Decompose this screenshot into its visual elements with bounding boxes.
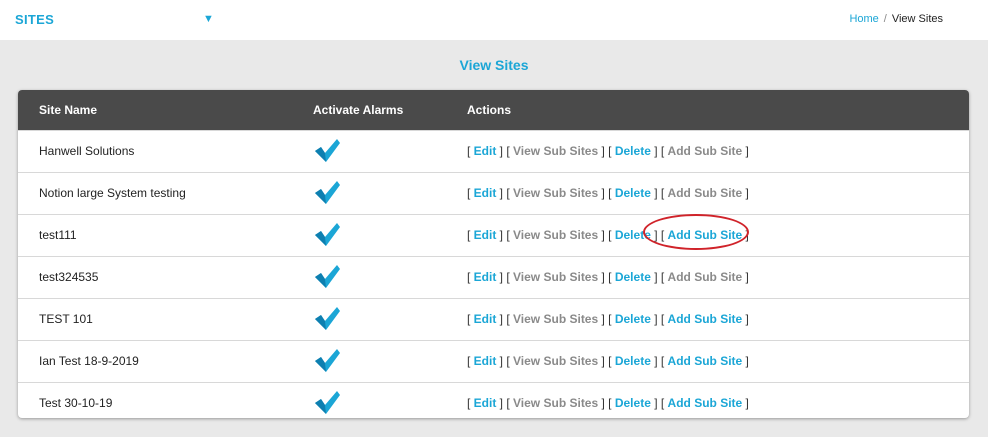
add-sub-site-link[interactable]: Add Sub Site [668,228,743,242]
view-sub-sites-link[interactable]: View Sub Sites [513,270,598,284]
alarm-active-check-icon [313,180,341,206]
site-name: test324535 [39,270,99,284]
delete-link[interactable]: Delete [615,312,651,326]
alarm-active-check-icon [313,348,341,374]
view-sub-sites-link[interactable]: View Sub Sites [513,228,598,242]
table-row: TEST 101 [ Edit ] [ View Sub Sites ] [ De… [18,298,969,340]
row-actions: [ Edit ] [ View Sub Sites ] [ Delete ] [… [467,270,749,284]
table-row: Notion large System testing [ Edit ] [ Vi… [18,172,969,214]
page-title: View Sites [459,57,529,73]
row-actions: [ Edit ] [ View Sub Sites ] [ Delete ] [… [467,396,749,410]
triangle-down-icon[interactable]: ▼ [203,13,214,25]
delete-link[interactable]: Delete [615,270,651,284]
delete-link[interactable]: Delete [615,396,651,410]
add-sub-site-link[interactable]: Add Sub Site [668,270,743,284]
delete-link[interactable]: Delete [615,354,651,368]
row-actions: [ Edit ] [ View Sub Sites ] [ Delete ] [… [467,144,749,158]
site-name: TEST 101 [39,312,93,326]
view-sub-sites-link[interactable]: View Sub Sites [513,354,598,368]
column-header-activate-alarms: Activate Alarms [313,103,404,117]
table-row: Hanwell Solutions [ Edit ] [ View Sub Sit… [18,130,969,172]
add-sub-site-link[interactable]: Add Sub Site [668,354,743,368]
alarm-active-check-icon [313,138,341,164]
alarm-active-check-icon [313,222,341,248]
edit-link[interactable]: Edit [474,270,497,284]
alarm-active-check-icon [313,264,341,290]
sites-table: Site Name Activate Alarms Actions Hanwel… [18,90,969,418]
breadcrumb-separator: / [883,13,887,25]
delete-link[interactable]: Delete [615,144,651,158]
column-header-site-name: Site Name [39,103,98,117]
column-header-actions: Actions [467,103,512,117]
add-sub-site-link[interactable]: Add Sub Site [668,144,743,158]
edit-link[interactable]: Edit [474,312,497,326]
add-sub-site-link[interactable]: Add Sub Site [668,186,743,200]
view-sub-sites-link[interactable]: View Sub Sites [513,312,598,326]
view-sub-sites-link[interactable]: View Sub Sites [513,396,598,410]
breadcrumb: Home / View Sites [849,13,943,25]
breadcrumb-home-link[interactable]: Home [849,13,878,25]
edit-link[interactable]: Edit [474,396,497,410]
top-bar: SITES ▼ Home / View Sites [0,0,988,40]
table-row: test111 [ Edit ] [ View Sub Sites ] [ Del… [18,214,969,256]
table-header: Site Name Activate Alarms Actions [18,90,969,130]
site-name: Test 30-10-19 [39,396,113,410]
sites-menu-title[interactable]: SITES [15,12,54,27]
edit-link[interactable]: Edit [474,186,497,200]
alarm-active-check-icon [313,306,341,332]
delete-link[interactable]: Delete [615,186,651,200]
edit-link[interactable]: Edit [474,144,497,158]
add-sub-site-link[interactable]: Add Sub Site [668,312,743,326]
row-actions: [ Edit ] [ View Sub Sites ] [ Delete ] [… [467,354,749,368]
breadcrumb-current: View Sites [891,13,943,25]
table-row: Test 30-10-19 [ Edit ] [ View Sub Sites ]… [18,382,969,418]
view-sub-sites-link[interactable]: View Sub Sites [513,186,598,200]
view-sub-sites-link[interactable]: View Sub Sites [513,144,598,158]
site-name: Notion large System testing [39,186,186,200]
site-name: Hanwell Solutions [39,144,135,158]
table-body: Hanwell Solutions [ Edit ] [ View Sub Sit… [18,130,969,418]
site-name: Ian Test 18-9-2019 [39,354,139,368]
edit-link[interactable]: Edit [474,354,497,368]
site-name: test111 [39,228,77,242]
table-row: Ian Test 18-9-2019 [ Edit ] [ View Sub Si… [18,340,969,382]
edit-link[interactable]: Edit [474,228,497,242]
delete-link[interactable]: Delete [615,228,651,242]
alarm-active-check-icon [313,390,341,416]
table-row: test324535 [ Edit ] [ View Sub Sites ] [ … [18,256,969,298]
add-sub-site-link[interactable]: Add Sub Site [668,396,743,410]
row-actions: [ Edit ] [ View Sub Sites ] [ Delete ] [… [467,228,749,242]
row-actions: [ Edit ] [ View Sub Sites ] [ Delete ] [… [467,312,749,326]
row-actions: [ Edit ] [ View Sub Sites ] [ Delete ] [… [467,186,749,200]
